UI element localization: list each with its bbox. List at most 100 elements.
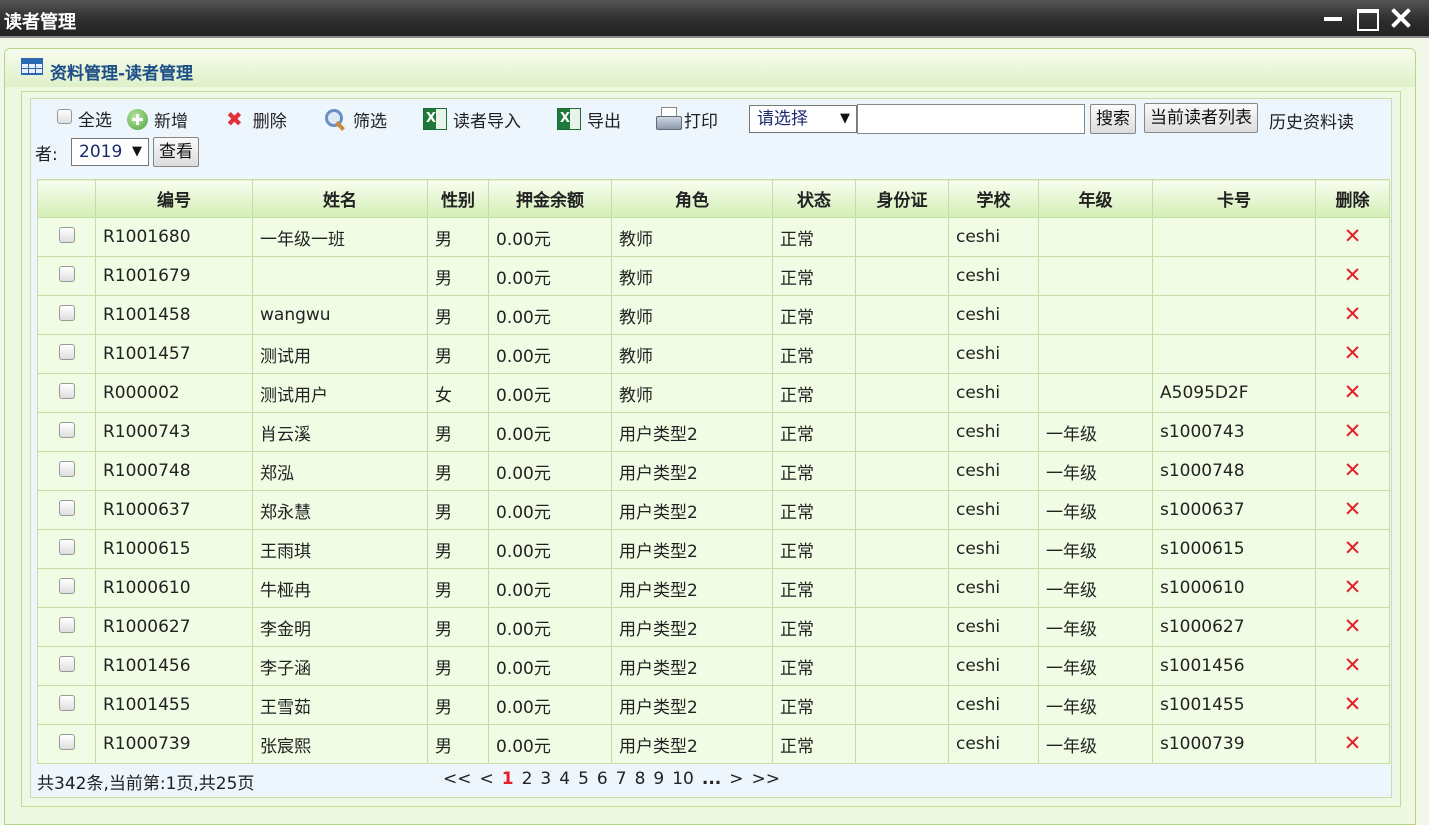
cell-grade xyxy=(1038,217,1153,257)
row-checkbox[interactable] xyxy=(58,694,75,711)
search-field-select[interactable]: 请选择 ▼ xyxy=(749,105,857,133)
row-checkbox[interactable] xyxy=(58,733,75,750)
page-link[interactable]: 5 xyxy=(578,769,589,789)
row-checkbox[interactable] xyxy=(58,616,75,633)
cell-card: s1000739 xyxy=(1152,724,1316,764)
cell-name: 王雨琪 xyxy=(252,529,428,569)
row-delete-icon[interactable]: ✕ xyxy=(1344,458,1362,482)
row-delete-icon[interactable]: ✕ xyxy=(1344,224,1362,248)
minimize-icon[interactable] xyxy=(1322,6,1346,30)
col-header-deposit[interactable]: 押金余额 xyxy=(488,179,612,218)
col-header-grade[interactable]: 年级 xyxy=(1038,179,1153,218)
table-row[interactable]: R1001457 测试用男 0.00元 教师 正常 ceshi ✕ xyxy=(37,334,1390,374)
table-row[interactable]: R1001456 李子涵男 0.00元 用户类型2 正常 ceshi 一年级 s1001456… xyxy=(37,646,1390,686)
table-row[interactable]: R1001679 男 0.00元 教师 正常 ceshi ✕ xyxy=(37,256,1390,296)
col-header-status[interactable]: 状态 xyxy=(772,179,856,218)
cell-gender: 男 xyxy=(427,568,489,608)
search-input[interactable] xyxy=(857,104,1085,134)
export-button[interactable]: X 导出 xyxy=(557,105,621,133)
cell-grade: 一年级 xyxy=(1038,412,1153,452)
row-checkbox[interactable] xyxy=(58,460,75,477)
row-checkbox[interactable] xyxy=(58,499,75,516)
pagination-summary: 共342条,当前第:1页,共25页 xyxy=(37,774,255,794)
print-button[interactable]: 打印 xyxy=(655,105,718,133)
col-header-role[interactable]: 角色 xyxy=(611,179,773,218)
cell-deposit: 0.00元 xyxy=(488,412,612,452)
row-checkbox[interactable] xyxy=(58,421,75,438)
table-row[interactable]: R1000637 郑永慧男 0.00元 用户类型2 正常 ceshi 一年级 s1000637… xyxy=(37,490,1390,530)
row-checkbox[interactable] xyxy=(58,538,75,555)
cell-card: s1000637 xyxy=(1152,490,1316,530)
table-row[interactable]: R1000739 张宸熙男 0.00元 用户类型2 正常 ceshi 一年级 s1000739… xyxy=(37,724,1390,764)
row-delete-icon[interactable]: ✕ xyxy=(1344,692,1362,716)
checkbox-icon[interactable] xyxy=(57,108,72,124)
page-link[interactable]: 4 xyxy=(559,769,570,789)
row-delete-icon[interactable]: ✕ xyxy=(1344,380,1362,404)
col-header-name[interactable]: 姓名 xyxy=(252,179,428,218)
table-row[interactable]: R000002 测试用户女 0.00元 教师 正常 ceshi A5095D2F ✕ xyxy=(37,373,1390,413)
search-button[interactable]: 搜索 xyxy=(1090,104,1136,134)
table-row[interactable]: R1000743 肖云溪男 0.00元 用户类型2 正常 ceshi 一年级 s1000743… xyxy=(37,412,1390,452)
view-button[interactable]: 查看 xyxy=(153,137,199,167)
page-link[interactable]: 1 xyxy=(502,769,514,789)
table-row[interactable]: R1001680 一年级一班男 0.00元 教师 正常 ceshi ✕ xyxy=(37,217,1390,257)
table-row[interactable]: R1000615 王雨琪男 0.00元 用户类型2 正常 ceshi 一年级 s1000615… xyxy=(37,529,1390,569)
row-delete-icon[interactable]: ✕ xyxy=(1344,575,1362,599)
row-delete-icon[interactable]: ✕ xyxy=(1344,302,1362,326)
row-delete-icon[interactable]: ✕ xyxy=(1344,614,1362,638)
col-header-id[interactable]: 编号 xyxy=(95,179,253,218)
col-header-idcard[interactable]: 身份证 xyxy=(855,179,949,218)
cell-id: R1001458 xyxy=(95,295,253,335)
cell-idcard xyxy=(855,295,949,335)
import-readers-button[interactable]: X 读者导入 xyxy=(423,105,521,133)
table-row[interactable]: R1000748 郑泓男 0.00元 用户类型2 正常 ceshi 一年级 s1000748 ✕ xyxy=(37,451,1390,491)
delete-icon: ✖ xyxy=(226,107,243,131)
row-checkbox[interactable] xyxy=(58,382,75,399)
row-delete-icon[interactable]: ✕ xyxy=(1344,536,1362,560)
maximize-icon[interactable] xyxy=(1356,6,1380,31)
col-header-gender[interactable]: 性别 xyxy=(427,179,489,218)
table-row[interactable]: R1000610 牛桠冉男 0.00元 用户类型2 正常 ceshi 一年级 s1000610… xyxy=(37,568,1390,608)
next-page-link[interactable]: > xyxy=(729,769,743,789)
table-row[interactable]: R1001458 wangwu 男 0.00元 教师 正常 ceshi ✕ xyxy=(37,295,1390,335)
row-delete-icon[interactable]: ✕ xyxy=(1344,497,1362,521)
select-all-checkbox[interactable]: 全选 xyxy=(57,104,112,132)
row-checkbox[interactable] xyxy=(58,265,75,282)
cell-idcard xyxy=(855,217,949,257)
table-row[interactable]: R1000627 李金明男 0.00元 用户类型2 正常 ceshi 一年级 s1000627… xyxy=(37,607,1390,647)
add-button[interactable]: 新增 xyxy=(127,105,188,133)
current-reader-list-button[interactable]: 当前读者列表 xyxy=(1144,103,1258,133)
cell-role: 用户类型2 xyxy=(611,685,773,725)
row-delete-icon[interactable]: ✕ xyxy=(1344,341,1362,365)
page-link[interactable]: 3 xyxy=(540,769,551,789)
page-link[interactable]: 6 xyxy=(597,769,608,789)
row-checkbox[interactable] xyxy=(58,577,75,594)
page-link[interactable]: 7 xyxy=(616,769,627,789)
row-checkbox[interactable] xyxy=(58,226,75,243)
close-icon[interactable] xyxy=(1389,6,1413,30)
first-page-link[interactable]: << xyxy=(443,769,472,789)
page-link[interactable]: 2 xyxy=(522,769,533,789)
row-checkbox[interactable] xyxy=(58,304,75,321)
filter-button[interactable]: 筛选 xyxy=(323,105,387,133)
cell-card: s1001455 xyxy=(1152,685,1316,725)
row-delete-icon[interactable]: ✕ xyxy=(1344,731,1362,755)
main-panel: 资料管理-读者管理 全选 新增 ✖ 删除 筛选 X 读者导入 X 导出 打印 请… xyxy=(4,48,1416,825)
page-link[interactable]: 9 xyxy=(653,769,664,789)
cell-school: ceshi xyxy=(948,334,1039,374)
row-delete-icon[interactable]: ✕ xyxy=(1344,263,1362,287)
row-delete-icon[interactable]: ✕ xyxy=(1344,653,1362,677)
page-link[interactable]: 8 xyxy=(635,769,646,789)
row-checkbox[interactable] xyxy=(58,343,75,360)
prev-page-link[interactable]: < xyxy=(480,769,494,789)
row-delete-icon[interactable]: ✕ xyxy=(1344,419,1362,443)
page-link[interactable]: 10 xyxy=(672,769,694,789)
row-checkbox[interactable] xyxy=(58,655,75,672)
year-select[interactable]: 2019 ▼ xyxy=(71,138,149,166)
table-row[interactable]: R1001455 王雪茹男 0.00元 用户类型2 正常 ceshi 一年级 s1001455… xyxy=(37,685,1390,725)
col-header-school[interactable]: 学校 xyxy=(948,179,1039,218)
col-header-card[interactable]: 卡号 xyxy=(1152,179,1316,218)
last-page-link[interactable]: >> xyxy=(751,769,780,789)
delete-button[interactable]: ✖ 删除 xyxy=(226,105,287,133)
cell-card: s1000743 xyxy=(1152,412,1316,452)
